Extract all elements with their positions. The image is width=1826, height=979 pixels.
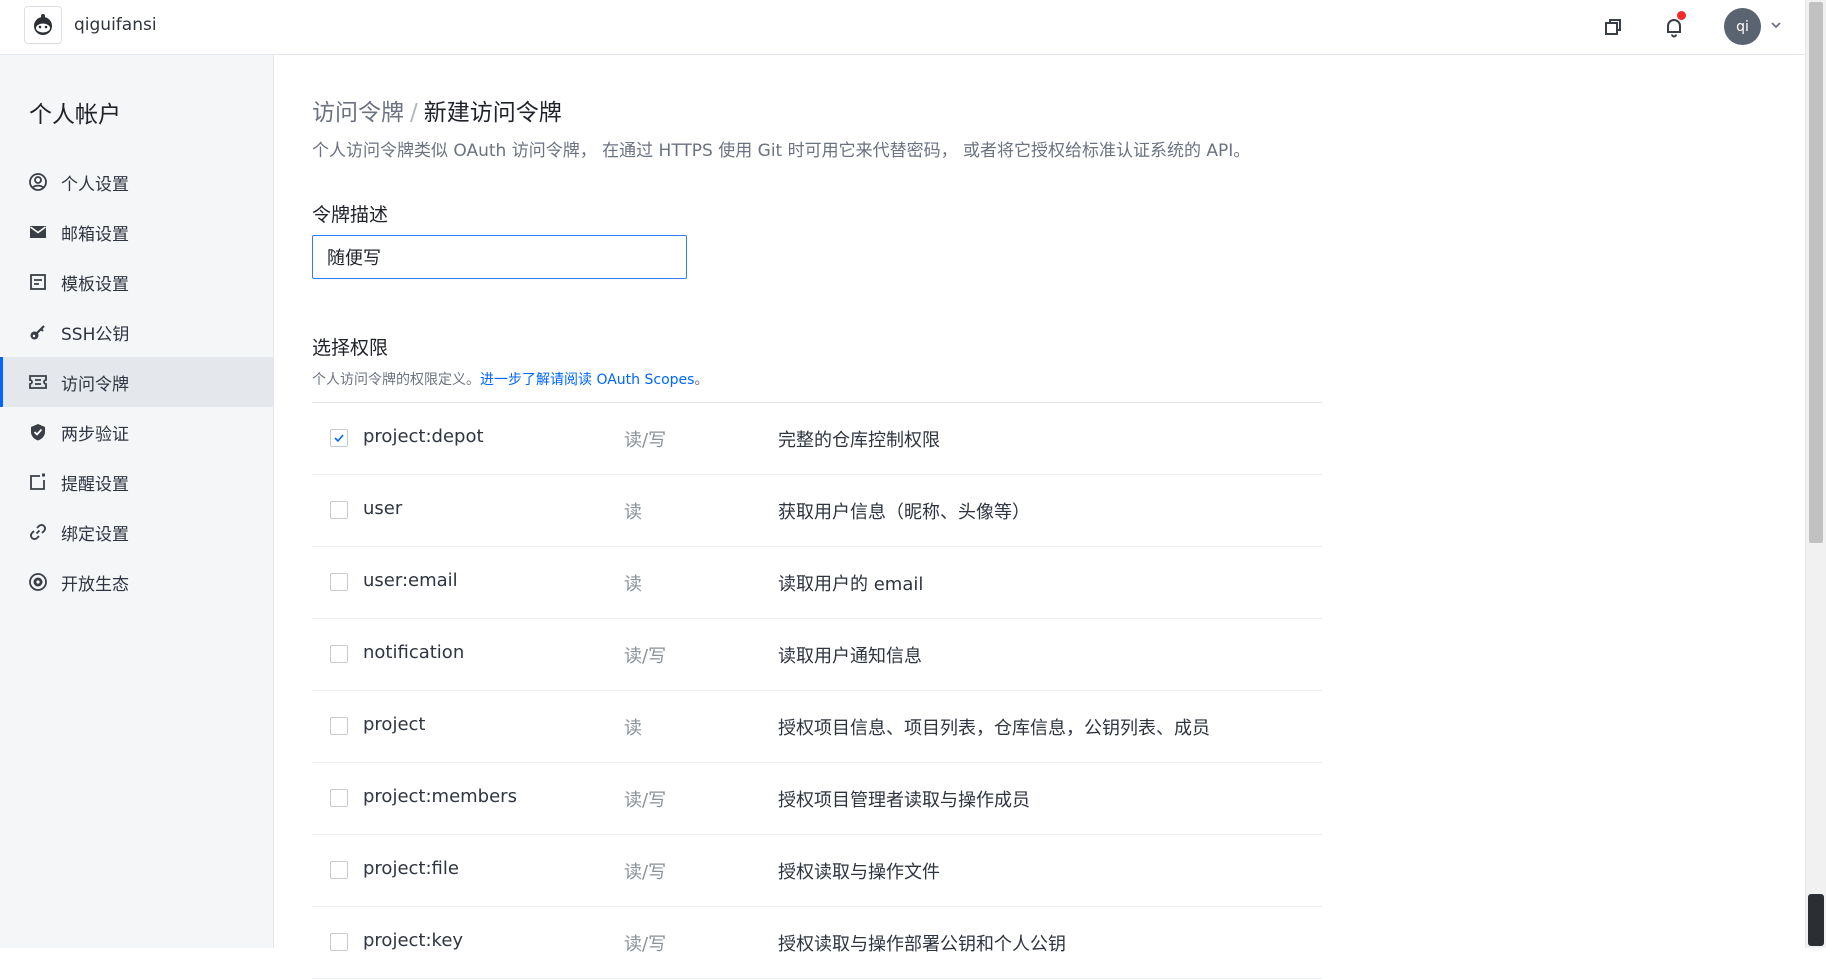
logo-icon[interactable] <box>24 6 62 44</box>
permission-checkbox[interactable] <box>330 933 348 951</box>
page-scrollbar[interactable] <box>1805 0 1826 948</box>
sidebar-title: 个人帐户 <box>29 102 121 128</box>
username[interactable]: qiguifansi <box>74 15 157 35</box>
reminder-icon <box>28 472 48 492</box>
sidebar-item-label: 个人设置 <box>61 174 129 195</box>
token-description-input[interactable] <box>312 235 687 279</box>
permission-checkbox[interactable] <box>330 645 348 663</box>
permission-checkbox[interactable] <box>330 861 348 879</box>
permission-checkbox[interactable] <box>330 429 348 447</box>
avatar[interactable]: qi <box>1724 8 1761 45</box>
notification-dot <box>1677 11 1686 20</box>
shield-icon <box>28 422 48 442</box>
permission-access: 读/写 <box>624 862 667 883</box>
permission-description: 授权读取与操作部署公钥和个人公钥 <box>778 934 1066 955</box>
permission-access: 读 <box>624 502 642 523</box>
permission-description: 授权项目信息、项目列表，仓库信息，公钥列表、成员 <box>778 718 1210 739</box>
permission-description: 授权项目管理者读取与操作成员 <box>778 790 1030 811</box>
permission-checkbox[interactable] <box>330 789 348 807</box>
permission-scope: user <box>363 498 403 519</box>
permission-access: 读/写 <box>624 790 667 811</box>
permission-scope: project:file <box>363 858 459 879</box>
permission-scope: notification <box>363 642 465 663</box>
sidebar-item-profile[interactable]: 个人设置 <box>0 157 273 207</box>
permission-row-project: project 读 授权项目信息、项目列表，仓库信息，公钥列表、成员 <box>312 691 1322 763</box>
sidebar-item-label: 开放生态 <box>61 574 129 595</box>
permission-checkbox[interactable] <box>330 717 348 735</box>
breadcrumb-separator: / <box>410 100 418 126</box>
permission-scope: project:depot <box>363 426 484 447</box>
permission-row-project-members: project:members 读/写 授权项目管理者读取与操作成员 <box>312 763 1322 835</box>
oauth-scopes-link[interactable]: 进一步了解请阅读 OAuth Scopes <box>480 372 694 388</box>
permissions-desc-suffix: 。 <box>694 372 709 388</box>
check-icon <box>334 434 344 443</box>
permissions-table: project:depot 读/写 完整的仓库控制权限 user 读 获取用户信… <box>312 402 1322 979</box>
sidebar-item-binding[interactable]: 绑定设置 <box>0 507 273 557</box>
sidebar-item-access-token[interactable]: 访问令牌 <box>0 357 273 407</box>
sidebar-item-label: 模板设置 <box>61 274 129 295</box>
sidebar-menu: 个人设置 邮箱设置 模板设置 SSH公钥 访问令牌 两步验证 提醒设置 绑定设置… <box>0 157 273 607</box>
permission-access: 读 <box>624 574 642 595</box>
permission-description: 读取用户通知信息 <box>778 646 922 667</box>
permission-row-user-email: user:email 读 读取用户的 email <box>312 547 1322 619</box>
sidebar-item-email[interactable]: 邮箱设置 <box>0 207 273 257</box>
key-icon <box>28 322 48 342</box>
permission-row-notification: notification 读/写 读取用户通知信息 <box>312 619 1322 691</box>
user-circle-icon <box>28 172 48 192</box>
permission-description: 授权读取与操作文件 <box>778 862 940 883</box>
scroll-widget[interactable] <box>1808 894 1824 946</box>
permission-access: 读/写 <box>624 934 667 955</box>
mail-icon <box>28 222 48 242</box>
sidebar-item-ecosystem[interactable]: 开放生态 <box>0 557 273 607</box>
sidebar-item-label: 两步验证 <box>61 424 129 445</box>
permission-row-project-file: project:file 读/写 授权读取与操作文件 <box>312 835 1322 907</box>
permission-checkbox[interactable] <box>330 573 348 591</box>
chevron-down-icon[interactable] <box>1769 17 1783 31</box>
permission-row-project-key: project:key 读/写 授权读取与操作部署公钥和个人公钥 <box>312 907 1322 979</box>
sidebar-item-label: 访问令牌 <box>61 374 129 395</box>
link-icon <box>28 522 48 542</box>
sidebar-item-two-factor[interactable]: 两步验证 <box>0 407 273 457</box>
permission-scope: user:email <box>363 570 458 591</box>
permissions-desc-text: 个人访问令牌的权限定义。 <box>312 372 480 388</box>
scrollbar-thumb[interactable] <box>1809 2 1823 543</box>
sidebar-item-reminder[interactable]: 提醒设置 <box>0 457 273 507</box>
permission-checkbox[interactable] <box>330 501 348 519</box>
permission-description: 完整的仓库控制权限 <box>778 430 940 451</box>
permissions-title: 选择权限 <box>312 337 389 359</box>
permission-access: 读 <box>624 718 642 739</box>
bell-icon[interactable] <box>1661 11 1687 40</box>
permission-description: 获取用户信息（昵称、头像等） <box>778 502 1030 523</box>
sidebar-item-label: SSH公钥 <box>61 324 130 345</box>
permission-access: 读/写 <box>624 646 667 667</box>
permission-description: 读取用户的 email <box>778 574 924 595</box>
ticket-icon <box>28 372 48 392</box>
ecosystem-icon <box>28 572 48 592</box>
permission-access: 读/写 <box>624 430 667 451</box>
sidebar-item-label: 提醒设置 <box>61 474 129 495</box>
permission-row-project-depot: project:depot 读/写 完整的仓库控制权限 <box>312 403 1322 475</box>
template-icon <box>28 272 48 292</box>
window-icon[interactable] <box>1600 14 1626 40</box>
permission-row-user: user 读 获取用户信息（昵称、头像等） <box>312 475 1322 547</box>
sidebar-item-label: 邮箱设置 <box>61 224 129 245</box>
permissions-description: 个人访问令牌的权限定义。进一步了解请阅读 OAuth Scopes。 <box>312 369 708 389</box>
breadcrumb: 访问令牌 / 新建访问令牌 <box>312 93 562 127</box>
sidebar-item-template[interactable]: 模板设置 <box>0 257 273 307</box>
sidebar-item-label: 绑定设置 <box>61 524 129 545</box>
breadcrumb-parent-link[interactable]: 访问令牌 <box>312 100 404 126</box>
sidebar-item-ssh-key[interactable]: SSH公钥 <box>0 307 273 357</box>
top-bar: qiguifansi qi <box>0 0 1805 55</box>
token-description-label: 令牌描述 <box>312 204 389 226</box>
page-description: 个人访问令牌类似 OAuth 访问令牌， 在通过 HTTPS 使用 Git 时可… <box>312 141 1251 161</box>
sidebar: 个人帐户 个人设置 邮箱设置 模板设置 SSH公钥 访问令牌 两步验证 提醒设置… <box>0 55 274 948</box>
permission-scope: project:members <box>363 786 517 807</box>
permission-scope: project <box>363 714 426 735</box>
page-title: 新建访问令牌 <box>423 100 562 126</box>
